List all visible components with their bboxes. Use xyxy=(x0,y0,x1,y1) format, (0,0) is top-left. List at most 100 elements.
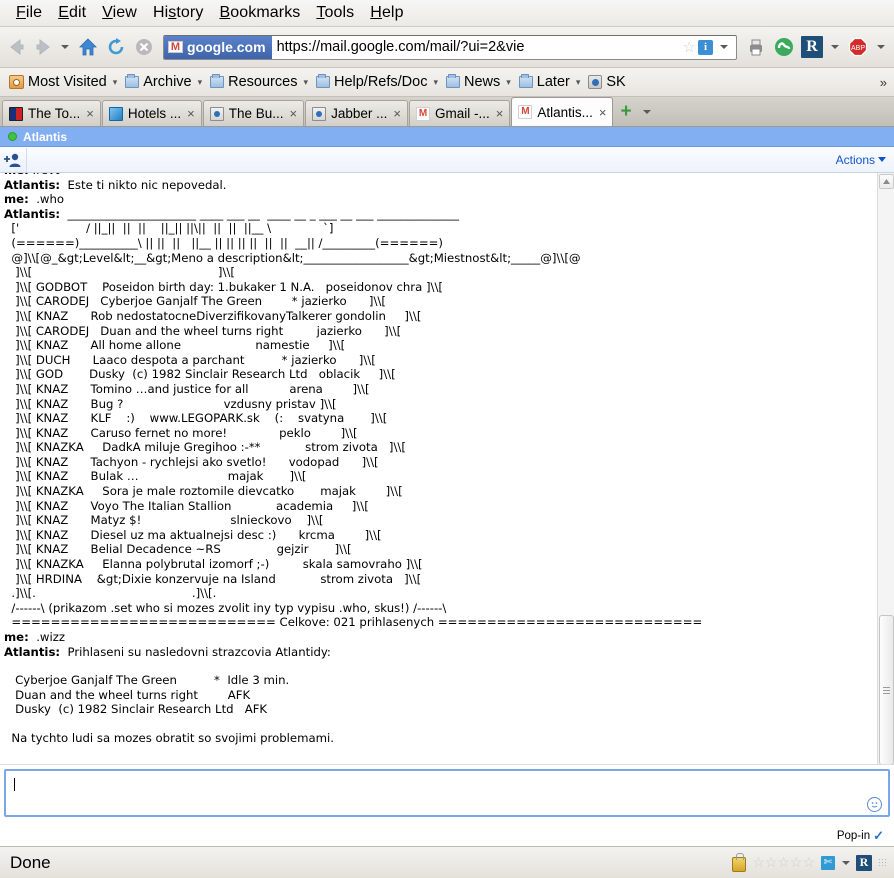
chevron-down-icon[interactable]: ▾ xyxy=(113,77,118,88)
message-text: Duan and the wheel turns right AFK xyxy=(4,687,251,702)
scrollbar-track-upper[interactable] xyxy=(879,190,894,615)
stop-button[interactable] xyxy=(131,34,157,60)
pop-in-icon[interactable]: ✓ xyxy=(873,828,884,844)
readability-icon[interactable]: R xyxy=(799,34,825,60)
star-icon[interactable]: ☆ xyxy=(765,854,778,871)
message-sender: Atlantis: xyxy=(4,206,61,221)
emoticon-icon[interactable] xyxy=(867,797,882,812)
menu-history[interactable]: History xyxy=(145,3,212,24)
chat-input-area xyxy=(0,764,894,826)
url-input[interactable]: https://mail.google.com/mail/?ui=2&vie xyxy=(272,39,683,55)
message-sender: Atlantis: xyxy=(4,177,61,192)
rating-stars[interactable]: ☆ ☆ ☆ ☆ ☆ xyxy=(752,854,815,871)
adblock-dropdown-icon[interactable] xyxy=(877,45,885,49)
bookmark-resources[interactable]: Resources ▾ xyxy=(206,73,312,91)
resize-grip-icon[interactable] xyxy=(878,857,888,868)
pop-in-row: Pop-in ✓ xyxy=(0,826,894,846)
menu-tools[interactable]: Tools xyxy=(308,3,362,24)
message-text: @]\\[@_&gt;Level&lt;__&gt;Meno a descrip… xyxy=(4,250,581,265)
bookmark-help-refs-doc[interactable]: Help/Refs/Doc ▾ xyxy=(312,73,442,91)
chevron-down-icon[interactable]: ▾ xyxy=(303,77,308,88)
tab-label: Gmail -... xyxy=(435,106,490,121)
bookmark-label: Help/Refs/Doc xyxy=(333,74,428,90)
close-icon[interactable]: × xyxy=(598,105,608,120)
address-bar[interactable]: M google.com https://mail.google.com/mai… xyxy=(163,34,737,60)
star-icon[interactable]: ☆ xyxy=(752,854,765,871)
scroll-up-button[interactable] xyxy=(878,174,894,189)
chat-window-header: Atlantis xyxy=(0,127,894,147)
tab-gmail[interactable]: M Gmail -... × xyxy=(409,100,511,126)
tab-the-bu[interactable]: The Bu... × xyxy=(202,100,305,126)
bookmark-most-visited[interactable]: Most Visited ▾ xyxy=(5,73,121,91)
scrollbar-thumb[interactable] xyxy=(878,615,894,764)
chat-message: me: .who xyxy=(4,192,875,207)
bookmark-star-icon[interactable]: ☆ xyxy=(683,38,696,56)
message-sender: me: xyxy=(4,630,29,644)
tab-jabber[interactable]: Jabber ... × xyxy=(305,100,408,126)
readability-icon[interactable]: R xyxy=(856,854,872,871)
address-dropdown-icon[interactable] xyxy=(720,45,728,49)
new-tab-button[interactable]: + xyxy=(614,102,637,121)
back-button[interactable] xyxy=(4,34,30,60)
chevron-down-icon[interactable] xyxy=(842,860,850,865)
chevron-down-icon[interactable]: ▾ xyxy=(576,77,581,88)
close-icon[interactable]: × xyxy=(289,106,299,121)
message-text: ]\\[ KNAZ Rob nedostatocneDiverzifikovan… xyxy=(4,308,422,323)
scissors-icon[interactable]: ✄ xyxy=(821,855,835,870)
bookmark-archive[interactable]: Archive ▾ xyxy=(121,73,206,91)
gmail-icon: M xyxy=(416,106,430,121)
tab-hotels[interactable]: Hotels ... × xyxy=(101,100,202,126)
message-text: ]\\[ GODBOT Poseidon birth day: 1.bukake… xyxy=(4,279,443,294)
bookmark-sk[interactable]: SK xyxy=(584,73,629,91)
star-icon[interactable]: ☆ xyxy=(802,854,815,871)
add-contact-icon[interactable] xyxy=(0,147,27,172)
close-icon[interactable]: × xyxy=(186,106,196,121)
message-text: .wizz xyxy=(28,630,66,644)
chevron-down-icon[interactable]: ▾ xyxy=(506,77,511,88)
close-icon[interactable]: × xyxy=(495,106,505,121)
bookmark-news[interactable]: News ▾ xyxy=(442,73,515,91)
chat-message: Atlantis: ______________________ ____ __… xyxy=(4,207,875,222)
site-identity-box[interactable]: M google.com xyxy=(164,35,272,59)
chevron-down-icon xyxy=(878,157,886,162)
chat-vertical-scrollbar[interactable] xyxy=(877,173,894,764)
menu-bookmarks[interactable]: Bookmarks xyxy=(211,3,308,24)
star-icon[interactable]: ☆ xyxy=(777,854,790,871)
chat-message-input[interactable] xyxy=(4,769,890,817)
message-text: ]\\[ KNAZ Tomino …and justice for all ar… xyxy=(4,381,370,396)
chevron-down-icon[interactable]: ▾ xyxy=(433,77,438,88)
message-text: (======)__________\ || || || ||__ || || … xyxy=(4,235,443,250)
lock-icon[interactable] xyxy=(732,852,747,872)
reload-button[interactable] xyxy=(103,34,129,60)
text-caret xyxy=(14,778,15,792)
menu-help[interactable]: Help xyxy=(362,3,411,24)
pop-in-label[interactable]: Pop-in xyxy=(837,830,870,842)
message-text: ]\\[ KNAZ All home allone namestie ]\\[ xyxy=(4,338,346,353)
home-button[interactable] xyxy=(75,34,101,60)
bookmarks-overflow-icon[interactable]: » xyxy=(880,75,887,90)
message-text: ]\\[ CARODEJ Duan and the wheel turns ri… xyxy=(4,323,402,338)
stumbleupon-icon[interactable] xyxy=(771,34,797,60)
star-icon[interactable]: ☆ xyxy=(790,854,803,871)
page-info-icon[interactable]: i xyxy=(698,39,713,55)
tab-atlantis[interactable]: M Atlantis... × xyxy=(511,97,614,126)
bookmark-later[interactable]: Later ▾ xyxy=(515,73,585,91)
tab-label: Hotels ... xyxy=(127,106,182,121)
chat-scroll-area[interactable]: me: .revtAtlantis: Este ti nikto nic nep… xyxy=(0,173,877,764)
close-icon[interactable]: × xyxy=(392,106,402,121)
close-icon[interactable]: × xyxy=(85,106,95,121)
print-icon[interactable] xyxy=(743,34,769,60)
message-text: Na tychto ludi sa mozes obratit so svoji… xyxy=(4,730,334,745)
readability-dropdown-icon[interactable] xyxy=(831,45,839,49)
history-dropdown-icon[interactable] xyxy=(61,45,69,49)
menu-view[interactable]: View xyxy=(94,3,145,24)
menu-file[interactable]: File xyxy=(8,3,50,24)
chevron-down-icon[interactable]: ▾ xyxy=(198,77,203,88)
forward-button[interactable] xyxy=(30,34,56,60)
message-sender: Atlantis: xyxy=(4,644,61,659)
actions-menu[interactable]: Actions xyxy=(836,153,886,167)
menu-edit[interactable]: Edit xyxy=(50,3,94,24)
adblock-plus-icon[interactable]: ABP xyxy=(845,34,871,60)
tab-the-tor-project[interactable]: The To... × xyxy=(2,100,101,126)
tab-list-dropdown-icon[interactable] xyxy=(642,109,651,114)
